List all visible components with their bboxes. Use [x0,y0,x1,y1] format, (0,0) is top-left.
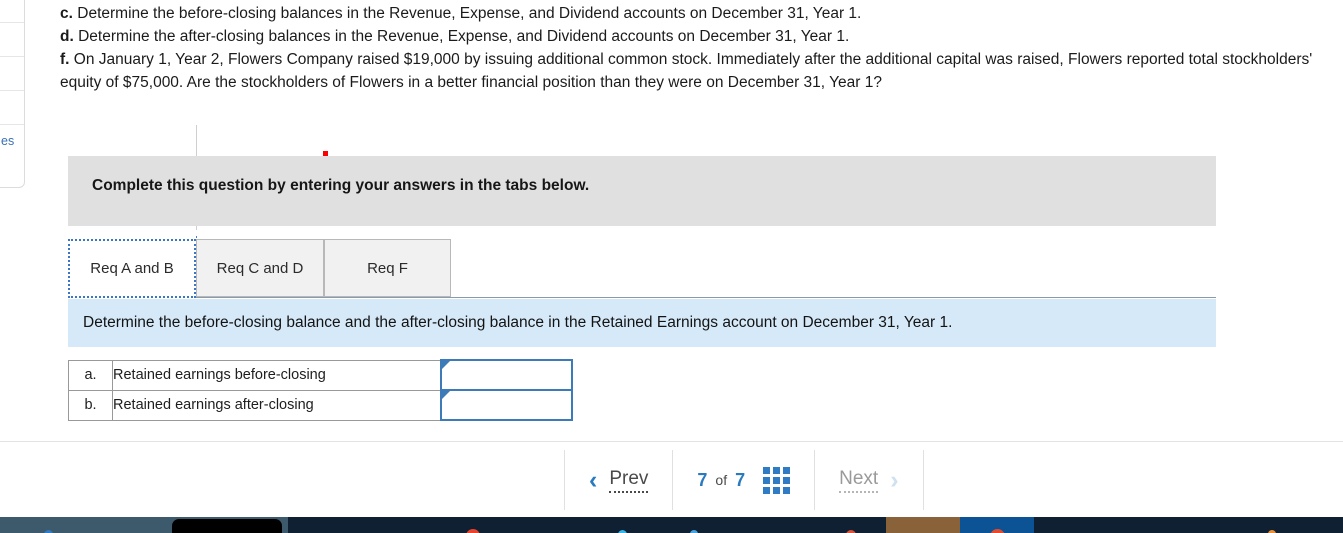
row-input-cell-a[interactable] [439,359,573,391]
complete-question-banner-text: Complete this question by entering your … [92,177,590,194]
tab-strip-underline [68,297,1216,298]
footer-divider [0,441,1343,442]
requirement-instruction-bar: Determine the before-closing balance and… [68,299,1216,347]
answer-table: a. Retained earnings before-closing b. R… [68,359,573,421]
row-input-cell-b[interactable] [439,389,573,421]
chevron-right-icon: › [890,465,899,494]
table-row: a. Retained earnings before-closing [68,359,573,391]
tab-req-c-and-d[interactable]: Req C and D [196,239,324,297]
question-item-d: d. Determine the after-closing balances … [60,25,1320,48]
complete-question-banner: Complete this question by entering your … [68,156,1216,226]
question-letter-d: d. [60,28,74,45]
grid-cell [783,466,791,474]
retained-earnings-before-closing-input[interactable] [441,361,571,389]
cell-corner-marker-icon [441,361,450,369]
taskbar-main-segment [288,517,1343,533]
question-text-block: c. Determine the before-closing balances… [60,2,1320,94]
table-row: b. Retained earnings after-closing [68,389,573,421]
question-body-c: Determine the before-closing balances in… [77,5,862,22]
next-label[interactable]: Next [839,468,879,493]
question-item-c: c. Determine the before-closing balances… [60,2,1320,25]
grid-cell [773,466,781,474]
main-content: c. Determine the before-closing balances… [0,0,1343,533]
row-label-retained-earnings-after-closing: Retained earnings after-closing [112,389,441,421]
grid-cell [763,476,771,484]
red-marker-dot [323,151,328,156]
current-page-number: 7 [697,469,708,490]
page-indicator: 7 of 7 [672,450,814,510]
os-taskbar [0,517,1343,533]
prev-label[interactable]: Prev [609,468,649,493]
grid-3x3-icon[interactable] [763,466,791,494]
question-body-f: On January 1, Year 2, Flowers Company ra… [60,51,1313,91]
grid-cell [773,476,781,484]
question-item-f: f. On January 1, Year 2, Flowers Company… [60,48,1320,94]
taskbar-black-window [172,519,282,533]
chevron-left-icon: ‹ [589,465,598,494]
grid-cell [763,466,771,474]
requirement-instruction-text: Determine the before-closing balance and… [83,314,953,331]
question-letter-f: f. [60,51,70,68]
question-navigation-bar: ‹ Prev 7 of 7 Next › [564,450,924,510]
row-label-retained-earnings-before-closing: Retained earnings before-closing [112,359,441,391]
prev-button[interactable]: ‹ Prev [564,450,672,510]
grid-cell [763,486,771,494]
next-button[interactable]: Next › [814,450,924,510]
requirement-tabs: Req A and B Req C and D Req F [68,239,1216,299]
retained-earnings-after-closing-input[interactable] [441,391,571,419]
question-body-d: Determine the after-closing balances in … [78,28,850,45]
grid-cell [773,486,781,494]
total-page-number: 7 [735,469,746,490]
page-of-label: of [715,472,728,488]
grid-cell [783,486,791,494]
tab-req-a-and-b[interactable]: Req A and B [68,239,196,298]
row-letter-a: a. [68,359,113,391]
grid-cell [783,476,791,484]
row-letter-b: b. [68,389,113,421]
question-letter-c: c. [60,5,73,22]
cell-corner-marker-icon [441,391,450,399]
tab-req-f[interactable]: Req F [324,239,451,297]
taskbar-brown-tile [886,517,960,533]
